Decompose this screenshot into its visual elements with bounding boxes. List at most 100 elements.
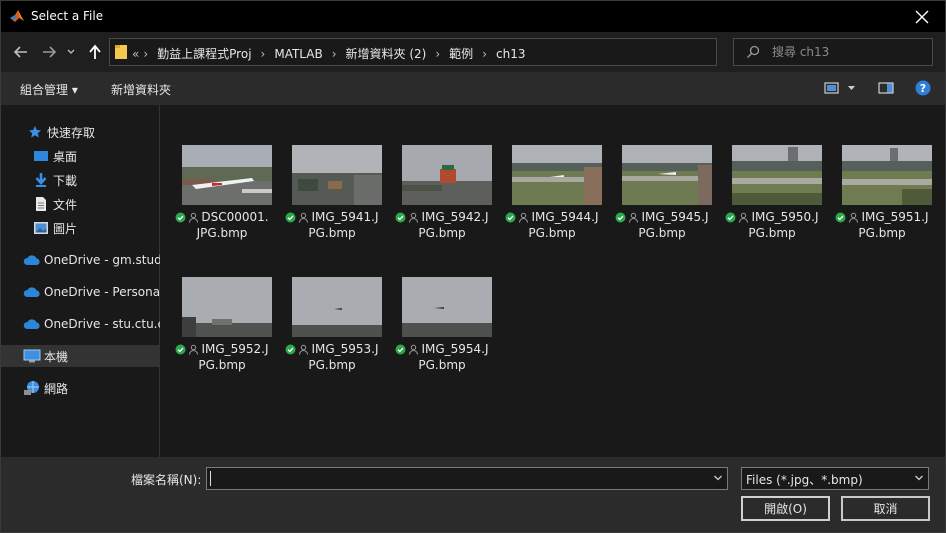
file-name: IMG_5951.J PG.bmp [830,209,934,241]
desktop-icon [32,148,50,164]
file-tile[interactable]: IMG_5942.J PG.bmp [390,145,494,265]
file-name-line1: DSC00001. [201,210,269,224]
svg-text:?: ? [920,82,926,95]
preview-pane-icon [878,82,894,94]
breadcrumb-item[interactable]: ch13 [496,47,525,61]
filename-label: 檔案名稱(N): [131,473,202,487]
text-caret [210,471,211,486]
picture-icon [32,220,50,236]
sync-status-icon [175,212,186,222]
sidebar-item-this-pc[interactable]: 本機 [1,345,179,367]
new-folder-button[interactable]: 新增資料夾 [111,81,171,98]
person-icon [189,212,199,223]
person-icon [739,212,749,223]
file-name-line1: IMG_5954.J [421,342,489,356]
file-name-line1: IMG_5953.J [311,342,379,356]
thumbnail-airfield [512,145,602,205]
breadcrumb-item[interactable]: 範例 [449,45,473,62]
file-tile[interactable]: IMG_5945.J PG.bmp [610,145,714,265]
thumbnail-city [292,145,382,205]
navigation-pane: 快速存取 桌面 下載 文件 圖片 OneDrive - gm.stud OneD… [1,105,184,457]
help-button[interactable]: ? [915,80,931,99]
up-button[interactable] [85,42,105,62]
sync-status-icon [285,344,296,354]
filename-input[interactable] [206,467,728,490]
breadcrumb-item[interactable]: 勤益上課程式Proj [157,45,251,62]
file-name-line2: PG.bmp [858,226,906,240]
view-options-button[interactable] [824,81,860,98]
sidebar-item-label: 圖片 [53,221,78,236]
forward-button[interactable] [39,42,59,62]
person-icon [299,212,309,223]
file-tile[interactable]: IMG_5941.J PG.bmp [280,145,384,265]
sidebar-item-label: 下載 [53,173,78,188]
sync-status-icon [725,212,736,222]
file-name: DSC00001. JPG.bmp [170,209,274,241]
thumbnail-sky [292,277,382,337]
thumbnail-airfield [842,145,932,205]
search-box[interactable] [733,38,933,66]
sidebar-item-label: 本機 [44,349,69,364]
sync-status-icon [285,212,296,222]
network-icon [23,380,41,396]
file-name-line1: IMG_5944.J [531,210,599,224]
organize-button[interactable]: 組合管理 ▾ [20,81,78,98]
file-name: IMG_5945.J PG.bmp [610,209,714,241]
cloud-icon [23,316,41,332]
person-icon [299,344,309,355]
file-tile[interactable]: IMG_5952.J PG.bmp [170,277,274,397]
breadcrumb-overflow[interactable]: « [132,47,139,61]
file-name-line2: PG.bmp [308,358,356,372]
file-tile[interactable]: DSC00001. JPG.bmp [170,145,274,265]
sidebar-item-label: OneDrive - stu.ctu.e [44,317,165,331]
person-icon [189,344,199,355]
close-button[interactable] [899,1,945,32]
file-name-line2: PG.bmp [418,358,466,372]
back-button[interactable] [11,42,31,62]
command-bar: 組合管理 ▾ 新增資料夾 ? [1,72,945,105]
recent-locations-button[interactable] [64,42,78,62]
file-name-line2: PG.bmp [198,358,246,372]
address-bar[interactable]: « › 勤益上課程式Proj › MATLAB › 新增資料夾 (2) › 範例… [109,38,812,66]
sidebar-item-label: 快速存取 [47,125,96,140]
chevron-down-icon[interactable] [712,472,724,484]
person-icon [849,212,859,223]
sidebar-item-label: 桌面 [53,149,78,164]
file-tile[interactable]: IMG_5954.J PG.bmp [390,277,494,397]
sidebar-item-onedrive-stu[interactable]: OneDrive - stu.ctu.e [1,313,179,335]
file-name: IMG_5954.J PG.bmp [390,341,494,373]
title-bar: Select a File [1,1,945,32]
file-tile[interactable]: IMG_5950.J PG.bmp [720,145,824,265]
file-tile[interactable]: IMG_5951.J PG.bmp [830,145,934,265]
open-button[interactable]: 開啟(O) [741,496,830,521]
preview-pane-button[interactable] [878,81,894,98]
sidebar-item-onedrive-personal[interactable]: OneDrive - Personal [1,281,179,303]
file-name: IMG_5953.J PG.bmp [280,341,384,373]
breadcrumb-item[interactable]: 新增資料夾 (2) [346,45,427,62]
cloud-icon [23,252,41,268]
file-name: IMG_5952.J PG.bmp [170,341,274,373]
file-tile[interactable]: IMG_5953.J PG.bmp [280,277,384,397]
search-icon [747,45,760,58]
sidebar-item-onedrive-gm[interactable]: OneDrive - gm.stud [1,249,179,271]
arrow-up-icon [89,44,101,59]
file-tile[interactable]: IMG_5944.J PG.bmp [500,145,604,265]
sync-status-icon [505,212,516,222]
breadcrumb-separator: › [331,46,337,61]
breadcrumb-item[interactable]: MATLAB [274,47,322,61]
file-name-line1: IMG_5942.J [421,210,489,224]
search-input[interactable] [772,43,922,61]
file-list: DSC00001. JPG.bmp IMG_5941.J PG.bmp IMG_… [160,105,945,457]
thumbnail-airfield [622,145,712,205]
breadcrumb: « › 勤益上課程式Proj › MATLAB › 新增資料夾 (2) › 範例… [132,45,525,62]
sidebar-item-network[interactable]: 網路 [1,377,179,399]
thumbnail-sky [402,277,492,337]
view-thumbnails-icon [824,82,855,94]
sidebar-item-label: 網路 [44,381,69,396]
cancel-button[interactable]: 取消 [841,496,930,521]
file-name-line2: PG.bmp [748,226,796,240]
file-name-line2: PG.bmp [528,226,576,240]
file-name-line2: PG.bmp [308,226,356,240]
filetype-select[interactable]: Files (*.jpg、*.bmp) [741,467,929,490]
sidebar-item-quick-access[interactable]: 快速存取 [1,121,182,143]
